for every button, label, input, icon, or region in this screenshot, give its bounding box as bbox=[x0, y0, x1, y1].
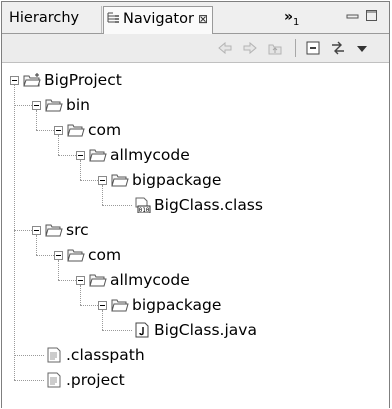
view-menu-icon[interactable] bbox=[355, 40, 369, 56]
tree-branch-line bbox=[36, 130, 54, 131]
navigator-view: Hierarchy Navigator ⊠ »1 BigProject bin … bbox=[1, 1, 390, 409]
project-folder-icon bbox=[23, 73, 41, 87]
tree-item[interactable]: com bbox=[67, 245, 121, 265]
tree-item-label: bigpackage bbox=[132, 296, 222, 314]
collapse-toggle-icon[interactable] bbox=[54, 126, 63, 135]
folder-icon bbox=[67, 249, 85, 262]
tree-item-label: BigProject bbox=[44, 71, 122, 89]
collapse-all-icon[interactable] bbox=[305, 40, 321, 56]
tree-item[interactable]: BigClass.java bbox=[133, 320, 257, 340]
tree-branch-line bbox=[80, 305, 98, 306]
collapse-toggle-icon[interactable] bbox=[32, 226, 41, 235]
close-icon[interactable]: ⊠ bbox=[198, 12, 208, 26]
tree-connector-line bbox=[102, 185, 103, 205]
folder-icon bbox=[89, 149, 107, 162]
tree-item[interactable]: allmycode bbox=[89, 270, 190, 290]
class-file-icon: 010 bbox=[135, 197, 151, 213]
tree-connector-line bbox=[14, 85, 15, 380]
tree-item-label: allmycode bbox=[110, 271, 190, 289]
view-tab-bar: Hierarchy Navigator ⊠ »1 bbox=[2, 2, 389, 34]
text-file-icon bbox=[47, 372, 61, 388]
collapse-toggle-icon[interactable] bbox=[54, 251, 63, 260]
tree-item[interactable]: src bbox=[45, 220, 89, 240]
tree-connector-line bbox=[80, 285, 81, 305]
view-toolbar bbox=[2, 34, 389, 63]
tree-branch-line bbox=[80, 180, 98, 181]
java-file-icon bbox=[135, 322, 149, 338]
tree-item[interactable]: bigpackage bbox=[111, 170, 221, 190]
tree-branch-line bbox=[14, 105, 32, 106]
tab-navigator[interactable]: Navigator ⊠ bbox=[103, 6, 213, 34]
tree-item-label: com bbox=[88, 121, 122, 139]
tab-hierarchy[interactable]: Hierarchy bbox=[6, 6, 102, 33]
maximize-icon[interactable] bbox=[365, 9, 379, 23]
tree-item-label: com bbox=[88, 246, 122, 264]
tree-connector-line bbox=[80, 160, 81, 180]
tree-branch-line bbox=[14, 380, 44, 381]
collapse-toggle-icon[interactable] bbox=[76, 276, 85, 285]
tree-connector-line bbox=[58, 135, 59, 155]
tree-item-label: .project bbox=[66, 371, 125, 389]
tree-branch-line bbox=[102, 205, 132, 206]
tree-branch-line bbox=[58, 155, 76, 156]
tab-overflow-button[interactable]: »1 bbox=[284, 6, 299, 34]
tree-item[interactable]: .classpath bbox=[45, 345, 145, 365]
collapse-toggle-icon[interactable] bbox=[76, 151, 85, 160]
minimize-icon[interactable] bbox=[346, 13, 360, 21]
tree-item-label: bin bbox=[66, 96, 90, 114]
collapse-toggle-icon[interactable] bbox=[98, 301, 107, 310]
tree-branch-line bbox=[102, 330, 132, 331]
tree-connector-line bbox=[36, 235, 37, 255]
forward-icon[interactable] bbox=[242, 40, 258, 56]
overflow-count: 1 bbox=[293, 16, 300, 28]
tree-item[interactable]: BigProject bbox=[23, 70, 122, 90]
link-with-editor-icon[interactable] bbox=[330, 40, 346, 56]
svg-text:010: 010 bbox=[139, 207, 150, 213]
tree-branch-line bbox=[36, 255, 54, 256]
folder-icon bbox=[67, 124, 85, 137]
tree-branch-line bbox=[14, 230, 32, 231]
tree-branch-line bbox=[14, 355, 44, 356]
tree-branch-line bbox=[58, 280, 76, 281]
tree-item[interactable]: 010 BigClass.class bbox=[133, 195, 263, 215]
tree-item-label: allmycode bbox=[110, 146, 190, 164]
tree-item[interactable]: bigpackage bbox=[111, 295, 221, 315]
collapse-toggle-icon[interactable] bbox=[98, 176, 107, 185]
back-icon[interactable] bbox=[217, 40, 233, 56]
up-icon[interactable] bbox=[267, 40, 283, 56]
navigator-icon bbox=[107, 12, 119, 23]
tree-item-label: BigClass.java bbox=[154, 321, 257, 339]
tree-connector-line bbox=[102, 310, 103, 330]
resource-tree[interactable]: BigProject bin com allmycode bigpackage 010 Bi… bbox=[2, 63, 389, 409]
tree-item-label: .classpath bbox=[66, 346, 145, 364]
tree-item[interactable]: allmycode bbox=[89, 145, 190, 165]
text-file-icon bbox=[47, 347, 61, 363]
folder-icon bbox=[45, 99, 63, 112]
tree-item[interactable]: bin bbox=[45, 95, 90, 115]
tree-connector-line bbox=[36, 110, 37, 130]
tree-item[interactable]: .project bbox=[45, 370, 125, 390]
tree-item-label: bigpackage bbox=[132, 171, 222, 189]
toolbar-separator bbox=[295, 39, 296, 57]
tree-item-label: src bbox=[66, 221, 89, 239]
tree-item[interactable]: com bbox=[67, 120, 121, 140]
tree-connector-line bbox=[58, 260, 59, 280]
tree-item-label: BigClass.class bbox=[154, 196, 263, 214]
folder-icon bbox=[111, 299, 129, 312]
tab-navigator-label: Navigator bbox=[123, 11, 194, 27]
collapse-toggle-icon[interactable] bbox=[10, 76, 19, 85]
folder-icon bbox=[89, 274, 107, 287]
tab-hierarchy-label: Hierarchy bbox=[9, 10, 80, 26]
chevrons-icon: » bbox=[284, 9, 294, 25]
collapse-toggle-icon[interactable] bbox=[32, 101, 41, 110]
folder-icon bbox=[111, 174, 129, 187]
folder-icon bbox=[45, 224, 63, 237]
